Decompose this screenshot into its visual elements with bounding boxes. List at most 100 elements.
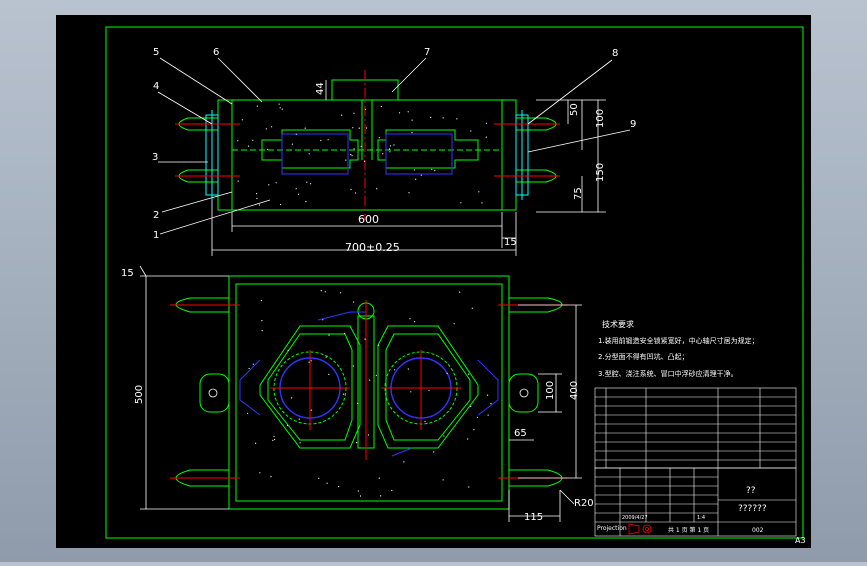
speckle-dot — [434, 170, 436, 172]
speckle-dot — [410, 391, 412, 393]
speckle-dot — [446, 372, 448, 374]
speckle-dot — [306, 181, 308, 183]
speckle-dot — [403, 461, 405, 463]
balloon-7: 7 — [424, 47, 430, 58]
speckle-dot — [453, 323, 455, 325]
speckle-dot — [476, 416, 478, 418]
speckle-dot — [260, 299, 262, 302]
speckle-dot — [470, 405, 472, 408]
speckle-dot — [394, 369, 396, 371]
dim-600: 600 — [358, 213, 379, 226]
speckle-dot — [378, 477, 380, 479]
speckle-dot — [291, 143, 293, 145]
speckle-dot — [352, 127, 354, 129]
speckle-dot — [256, 105, 258, 107]
speckle-dot — [308, 153, 310, 155]
speckle-dot — [270, 476, 272, 478]
speckle-dot — [275, 182, 277, 184]
speckle-dot — [298, 418, 300, 420]
speckle-dot — [252, 363, 254, 365]
speckle-dot — [299, 442, 301, 444]
speckle-dot — [280, 203, 282, 206]
speckle-dot — [408, 192, 410, 194]
date: 2009/4/27 — [622, 515, 648, 521]
speckle-dot — [459, 291, 461, 293]
speckle-dot — [265, 128, 267, 130]
notes-line-1: 1.装用前锻造安全锁紧宽好，中心轴尺寸居为规定； — [598, 336, 759, 345]
speckle-dot — [271, 126, 273, 128]
speckle-dot — [328, 373, 330, 375]
speckle-dot — [424, 420, 426, 423]
speckle-dot — [389, 151, 391, 153]
sheet-size: A3 — [795, 536, 806, 545]
speckle-dot — [350, 154, 352, 156]
speckle-dot — [352, 365, 354, 367]
speckle-dot — [456, 118, 458, 120]
speckle-dot — [485, 136, 487, 138]
speckle-dot — [255, 442, 257, 444]
balloon-6: 6 — [213, 47, 219, 58]
plan-dim-500: 500 — [134, 385, 145, 404]
speckle-dot — [388, 148, 391, 150]
speckle-dot — [320, 290, 322, 292]
speckle-dot — [353, 112, 355, 114]
speckle-dot — [468, 373, 470, 375]
speckle-dot — [411, 119, 413, 121]
plan-dim-115: 115 — [524, 512, 543, 523]
plan-dim-r20: R20 — [574, 498, 594, 509]
speckle-dot — [295, 133, 297, 135]
speckle-dot — [281, 108, 283, 110]
speckle-dot — [252, 139, 254, 141]
cad-drawing: 5 6 7 8 4 3 9 2 1 44 50 100 150 75 600 1… — [56, 15, 811, 548]
speckle-dot — [471, 307, 473, 309]
speckle-dot — [258, 204, 260, 206]
speckle-dot — [355, 442, 358, 444]
speckle-dot — [286, 424, 288, 426]
speckle-dot — [420, 174, 422, 176]
dim-15: 15 — [504, 237, 517, 248]
speckle-dot — [411, 132, 413, 134]
speckle-dot — [481, 202, 483, 204]
speckle-dot — [295, 188, 297, 190]
speckle-dot — [389, 145, 391, 147]
speckle-dot — [297, 193, 300, 195]
balloon-2: 2 — [153, 210, 159, 221]
speckle-dot — [310, 409, 312, 411]
plan-dim-15: 15 — [121, 268, 134, 279]
speckle-dot — [398, 112, 401, 114]
notes-line-2: 2.分型面不得有凹坑、凸起； — [598, 352, 689, 361]
speckle-dot — [478, 191, 480, 193]
speckle-dot — [407, 368, 409, 370]
speckle-dot — [328, 334, 330, 336]
speckle-dot — [442, 117, 444, 119]
speckle-dot — [325, 356, 327, 358]
speckle-dot — [487, 414, 489, 416]
speckle-dot — [393, 144, 395, 146]
sheet-info: 共 1 页 第 1 页 — [668, 526, 709, 534]
speckle-dot — [364, 338, 366, 340]
speckle-dot — [305, 201, 307, 203]
title-qq: ?? — [746, 486, 756, 496]
speckle-dot — [367, 434, 369, 436]
speckle-dot — [341, 114, 343, 116]
speckle-dot — [287, 349, 289, 352]
speckle-dot — [304, 127, 306, 129]
balloon-9: 9 — [630, 119, 636, 130]
speckle-dot — [470, 130, 472, 132]
speckle-dot — [274, 438, 276, 441]
dim-44: 44 — [315, 82, 326, 95]
speckle-dot — [357, 402, 359, 404]
speckle-dot — [345, 159, 347, 161]
speckle-dot — [326, 482, 328, 484]
speckle-dot — [237, 180, 239, 182]
speckle-dot — [460, 202, 462, 204]
speckle-dot — [467, 438, 469, 440]
speckle-dot — [247, 412, 249, 414]
speckle-dot — [380, 105, 382, 108]
speckle-dot — [431, 168, 433, 170]
balloon-8: 8 — [612, 48, 618, 59]
speckle-dot — [267, 148, 269, 150]
speckle-dot — [378, 137, 380, 139]
speckle-dot — [343, 393, 345, 395]
speckle-dot — [354, 192, 357, 194]
